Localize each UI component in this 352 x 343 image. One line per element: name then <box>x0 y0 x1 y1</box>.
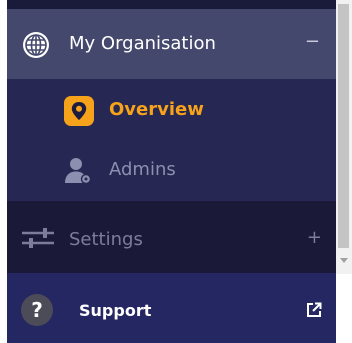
app-frame: My Organisation − Overview Admins Settin… <box>0 0 352 343</box>
sliders-icon <box>22 228 54 248</box>
scroll-down-arrow-icon[interactable] <box>340 258 348 263</box>
sidebar-subitem-label: Overview <box>109 99 204 120</box>
location-pin-glyph <box>71 102 87 120</box>
sidebar-item-label: Support <box>79 301 152 320</box>
sidebar-subitem-label: Admins <box>109 159 176 180</box>
vertical-scrollbar[interactable] <box>336 0 352 274</box>
expand-toggle[interactable]: + <box>307 227 322 248</box>
sidebar-item-label: My Organisation <box>69 33 216 54</box>
sidebar-item-settings[interactable]: Settings + <box>7 201 336 273</box>
external-link-icon <box>307 302 322 317</box>
sidebar-nav: My Organisation − Overview Admins Settin… <box>7 0 336 343</box>
sidebar-item-my-organisation[interactable]: My Organisation − <box>7 9 336 79</box>
sidebar-top-edge <box>7 0 336 9</box>
sidebar-item-support[interactable]: ? Support <box>7 273 336 343</box>
admin-user-icon <box>65 158 92 185</box>
location-pin-icon <box>64 96 94 126</box>
sidebar-subitem-admins[interactable]: Admins <box>7 139 336 201</box>
globe-icon <box>23 32 49 58</box>
scrollbar-thumb[interactable] <box>338 4 349 248</box>
sidebar-item-label: Settings <box>69 229 143 250</box>
help-icon: ? <box>21 294 53 326</box>
collapse-toggle[interactable]: − <box>305 31 320 52</box>
sidebar-subitem-overview[interactable]: Overview <box>7 79 336 139</box>
